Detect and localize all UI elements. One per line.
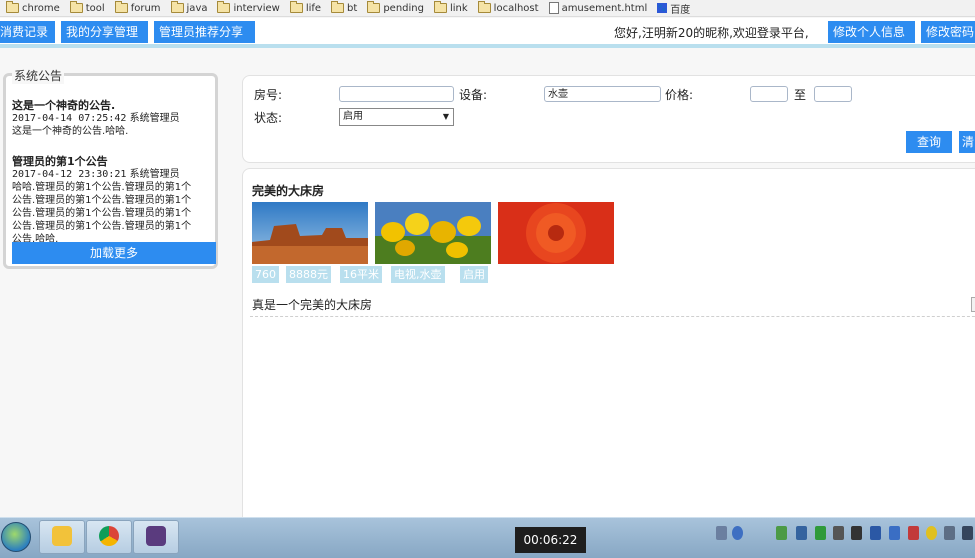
nav-divider <box>0 44 975 48</box>
notice-author: 系统管理员 <box>129 169 180 180</box>
bookmark-pending[interactable]: pending <box>367 1 424 14</box>
bookmark-baidu[interactable]: 🐾 百度 <box>657 1 690 16</box>
price-min-input[interactable] <box>750 86 788 102</box>
my-share-button[interactable]: 我的分享管理 <box>61 21 148 43</box>
room-description: 真是一个完美的大床房 <box>252 298 373 312</box>
room-photo-desert[interactable] <box>252 202 368 264</box>
tray-update-icon[interactable] <box>926 526 937 540</box>
bookmark-localhost[interactable]: localhost <box>477 1 539 14</box>
tray-signal-icon[interactable] <box>962 526 973 540</box>
top-nav: 消费记录 我的分享管理 管理员推荐分享 您好,汪明新20的昵称,欢迎登录平台, … <box>0 18 975 44</box>
search-panel: 房号: 设备: 水壶 价格: 至 状态: 启用 ▼ 查询 清 <box>242 75 975 163</box>
folder-icon <box>331 1 345 13</box>
load-more-button[interactable]: 加载更多 <box>12 242 216 264</box>
room-list-panel: 完美的大床房 760 8888元 16平米 电视,水壶 启用 真是一个完美的大床… <box>242 168 975 530</box>
bookmark-life[interactable]: life <box>289 1 321 14</box>
select-checkbox[interactable] <box>971 297 975 312</box>
notice-body-line: 公告.管理员的第1个公告.管理员的第1个 <box>12 195 192 206</box>
notice-time: 2017-04-12 23:30:21 <box>12 169 127 180</box>
tray-alert-icon[interactable] <box>908 526 919 540</box>
price-to-label: 至 <box>794 88 807 102</box>
room-photo-flower[interactable] <box>498 202 614 264</box>
bookmark-tool[interactable]: tool <box>69 1 105 14</box>
file-icon <box>548 2 559 14</box>
caret-down-icon: ▼ <box>442 112 449 121</box>
room-number-tag: 760 <box>252 266 279 283</box>
folder-icon <box>217 1 231 13</box>
divider <box>250 316 975 317</box>
notice-title: 管理员的第1个公告 <box>12 155 108 168</box>
recording-timer: 00:06:22 <box>515 527 586 553</box>
room-photo-tulips[interactable] <box>375 202 491 264</box>
taskbar-app-chrome[interactable] <box>86 520 132 554</box>
eclipse-icon <box>146 526 166 546</box>
tray-qq-icon[interactable] <box>851 526 862 540</box>
greeting-text: 您好,汪明新20的昵称,欢迎登录平台, <box>614 26 809 40</box>
edit-profile-button[interactable]: 修改个人信息 <box>828 21 915 43</box>
notice-body-line: 公告.管理员的第1个公告.管理员的第1个 <box>12 221 192 232</box>
device-input[interactable]: 水壶 <box>544 86 661 102</box>
status-selected-value: 启用 <box>343 111 363 122</box>
change-password-button[interactable]: 修改密码 <box>921 21 975 43</box>
notice-body-line: 哈哈.管理员的第1个公告.管理员的第1个 <box>12 182 192 193</box>
folder-icon <box>114 1 128 13</box>
notice-body: 这是一个神奇的公告.哈哈. <box>12 126 129 137</box>
price-label: 价格: <box>665 88 694 102</box>
admin-recommend-button[interactable]: 管理员推荐分享 <box>154 21 255 43</box>
tray-app-icon[interactable] <box>833 526 844 540</box>
consume-record-button[interactable]: 消费记录 <box>0 21 55 43</box>
notice-time: 2017-04-14 07:25:42 <box>12 113 127 124</box>
reset-button[interactable]: 清 <box>959 131 975 153</box>
bookmark-amusement[interactable]: amusement.html <box>548 2 647 14</box>
windows-start-icon[interactable] <box>1 522 31 552</box>
folder-icon <box>69 1 83 13</box>
tray-help-icon[interactable] <box>732 526 743 540</box>
folder-icon <box>6 1 19 13</box>
device-label: 设备: <box>459 88 488 102</box>
notice-item[interactable]: 管理员的第1个公告 2017-04-12 23:30:21 系统管理员 哈哈.管… <box>12 155 212 246</box>
notice-legend: 系统公告 <box>12 67 65 84</box>
notice-author: 系统管理员 <box>129 113 180 124</box>
folder-icon <box>170 1 184 13</box>
bookmark-java[interactable]: java <box>170 1 207 14</box>
notice-body-line: 公告.管理员的第1个公告.管理员的第1个 <box>12 208 192 219</box>
room-title[interactable]: 完美的大床房 <box>252 182 324 199</box>
tray-security-icon[interactable] <box>815 526 826 540</box>
folder-icon <box>433 1 447 13</box>
chrome-icon <box>99 526 119 546</box>
baidu-paw-icon: 🐾 <box>657 3 668 13</box>
tray-network-icon[interactable] <box>796 526 807 540</box>
tray-power-icon[interactable] <box>944 526 955 540</box>
area-tag: 16平米 <box>340 266 382 283</box>
room-number-input[interactable] <box>339 86 454 102</box>
windows-taskbar <box>0 517 975 558</box>
bookmark-bt[interactable]: bt <box>331 1 357 14</box>
folder-icon <box>289 1 303 13</box>
tray-shield-icon[interactable] <box>889 526 900 540</box>
devices-tag: 电视,水壶 <box>391 266 445 283</box>
taskbar-app-explorer[interactable] <box>39 520 85 554</box>
bookmarks-bar: chrome tool forum java interview life bt… <box>0 0 975 17</box>
folder-icon <box>367 1 381 13</box>
taskbar-app-eclipse[interactable] <box>133 520 179 554</box>
system-notice-panel: 系统公告 这是一个神奇的公告. 2017-04-14 07:25:42 系统管理… <box>3 67 218 269</box>
notice-title: 这是一个神奇的公告. <box>12 99 116 112</box>
bookmark-link[interactable]: link <box>433 1 468 14</box>
bookmark-chrome[interactable]: chrome <box>6 1 60 14</box>
bookmark-interview[interactable]: interview <box>217 1 280 14</box>
tray-bluetooth-icon[interactable] <box>870 526 881 540</box>
status-tag: 启用 <box>460 266 488 283</box>
tray-keyboard-icon[interactable] <box>716 526 727 540</box>
folder-icon <box>52 526 72 546</box>
tray-battery-icon[interactable] <box>776 526 787 540</box>
folder-icon <box>477 1 491 13</box>
query-button[interactable]: 查询 <box>906 131 952 153</box>
room-number-label: 房号: <box>254 88 283 102</box>
price-max-input[interactable] <box>814 86 852 102</box>
bookmark-forum[interactable]: forum <box>114 1 161 14</box>
notice-item[interactable]: 这是一个神奇的公告. 2017-04-14 07:25:42 系统管理员 这是一… <box>12 99 212 138</box>
price-tag: 8888元 <box>286 266 331 283</box>
status-label: 状态: <box>254 111 283 125</box>
status-select[interactable]: 启用 ▼ <box>339 108 454 126</box>
